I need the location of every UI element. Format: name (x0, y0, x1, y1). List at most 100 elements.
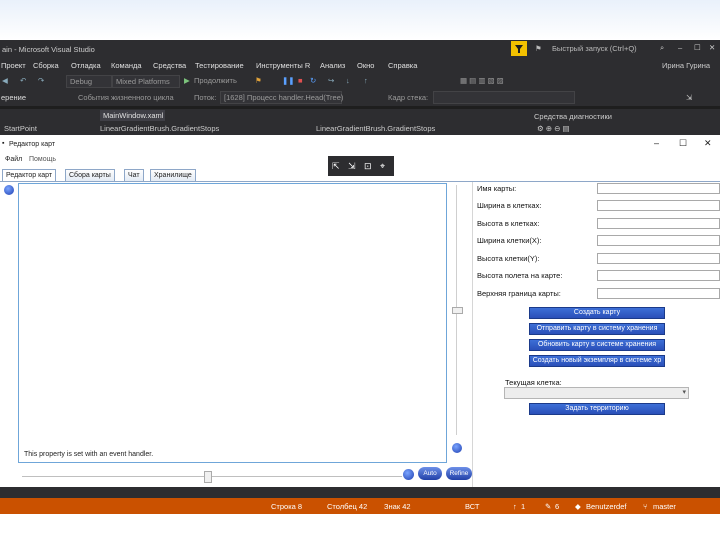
flag-icon[interactable]: ⚑ (255, 76, 262, 85)
frame-icon[interactable]: ⊡ (364, 161, 372, 172)
set-territory-button[interactable]: Задать территорию (529, 403, 665, 415)
menu-r-tools[interactable]: Инструменты R (256, 61, 310, 70)
map-name-label: Имя карты: (477, 184, 517, 193)
create-instance-button[interactable]: Создать новый экземпляр в системе хр (529, 355, 665, 367)
platform-select[interactable]: Mixed Platforms (112, 75, 180, 88)
status-mode: ВСТ (465, 502, 480, 511)
close-icon[interactable]: ✕ (709, 43, 715, 52)
status-up-count: 1 (521, 502, 526, 511)
app-close-icon[interactable]: ✕ (704, 138, 712, 149)
tab-underline (0, 181, 720, 182)
redo-icon[interactable]: ↷ (38, 76, 44, 85)
restart-icon[interactable]: ↻ (310, 76, 316, 85)
standard-toolbar: ◀ ↶ ↷ Debug Mixed Platforms ▶ Продолжить… (0, 73, 720, 89)
user-name[interactable]: Ирина Гурина (662, 61, 710, 70)
refine-button[interactable]: Refine (446, 467, 472, 480)
menu-help[interactable]: Справка (388, 61, 417, 70)
thread-select[interactable]: [1628] Процесс handler.Head(Tree) (220, 91, 343, 104)
menu-test[interactable]: Тестирование (195, 61, 244, 70)
element-breadcrumb-left[interactable]: StartPoint (4, 124, 37, 133)
cell-width-input[interactable] (597, 235, 720, 246)
filter-icon[interactable] (511, 41, 527, 56)
vertical-slider-thumb[interactable] (452, 307, 463, 314)
flight-height-input[interactable] (597, 270, 720, 281)
pin-icon[interactable]: ⇲ (686, 93, 692, 102)
branch-icon[interactable]: ⑂ (643, 502, 648, 511)
map-name-input[interactable] (597, 183, 720, 194)
menu-project[interactable]: Проект (1, 61, 26, 70)
select-element-icon[interactable]: ⇱ (332, 161, 340, 172)
app-menu-file[interactable]: Файл (5, 156, 22, 163)
search-icon[interactable]: ⌕ (660, 43, 664, 53)
stop-icon[interactable]: ■ (298, 76, 303, 85)
height-cells-input[interactable] (597, 218, 720, 229)
map-canvas[interactable] (18, 183, 447, 463)
chevron-down-icon: ▾ (682, 389, 686, 396)
horizontal-slider-thumb[interactable] (204, 471, 212, 483)
width-cells-input[interactable] (597, 200, 720, 211)
adorner-icon[interactable]: ⌖ (380, 161, 385, 172)
diagnostics-toolbar-icons[interactable]: ⚙ ⊕ ⊖ ▤ (537, 124, 570, 133)
status-edit-count: 6 (555, 502, 560, 511)
zoom-out-icon[interactable] (452, 443, 462, 453)
tab-map-assembly[interactable]: Сбора карты (65, 169, 115, 181)
menu-team[interactable]: Команда (111, 61, 142, 70)
step-into-icon[interactable]: ↓ (346, 76, 350, 85)
quick-launch-input[interactable]: Быстрый запуск (Ctrl+Q) (552, 44, 637, 53)
debug-location-toolbar: ерение События жизненного цикла Поток: [… (0, 89, 720, 106)
diagnostics-panel-title: Средства диагностики (534, 112, 612, 121)
upper-bound-input[interactable] (597, 288, 720, 299)
element-breadcrumb-right[interactable]: LinearGradientBrush.GradientStops (316, 124, 435, 133)
tab-chat[interactable]: Чат (124, 169, 144, 181)
config-select[interactable]: Debug (66, 75, 112, 88)
auto-button[interactable]: Auto (418, 467, 442, 480)
stack-frame-select[interactable] (433, 91, 575, 104)
pause-icon[interactable]: ❚❚ (282, 76, 295, 85)
toolbar-extra-icons[interactable]: ▦ ▤ ▥ ▧ ▨ (460, 76, 504, 85)
thread-label: Поток: (194, 93, 217, 102)
step-over-icon[interactable]: ↪ (328, 76, 334, 85)
app-menu-help[interactable]: Помощь (29, 156, 56, 163)
current-cell-label: Текущая клетка: (505, 378, 562, 387)
maximize-icon[interactable]: ☐ (694, 43, 701, 52)
background-decoration (0, 0, 720, 40)
pencil-icon[interactable]: ✎ (545, 502, 551, 511)
zoom-in-icon[interactable] (403, 469, 414, 480)
tab-storage[interactable]: Хранилище (150, 169, 196, 181)
menu-debug[interactable]: Отладка (71, 61, 101, 70)
notify-icon[interactable]: ⚑ (535, 44, 542, 53)
current-cell-select[interactable]: ▾ (504, 387, 689, 399)
cell-width-label: Ширина клетки(X): (477, 236, 542, 245)
status-branch[interactable]: master (653, 502, 676, 511)
app-maximize-icon[interactable]: ☐ (679, 138, 687, 149)
minimize-icon[interactable]: – (678, 43, 682, 52)
lifecycle-events-button[interactable]: События жизненного цикла (78, 93, 174, 102)
cell-height-label: Высота клетки(Y): (477, 254, 540, 263)
up-arrow-icon[interactable]: ↑ (513, 502, 517, 511)
menu-window[interactable]: Окно (357, 61, 374, 70)
menu-tools[interactable]: Средства (153, 61, 186, 70)
horizontal-slider-track[interactable] (22, 476, 402, 477)
app-minimize-icon[interactable]: – (654, 138, 659, 148)
status-repo[interactable]: Benutzerdef (586, 502, 626, 511)
tab-map-editor[interactable]: Редактор карт (2, 169, 57, 181)
menu-analyze[interactable]: Анализ (320, 61, 345, 70)
element-breadcrumb-middle[interactable]: LinearGradientBrush.GradientStops (100, 124, 219, 133)
back-icon[interactable]: ◀ (2, 76, 8, 85)
update-map-button[interactable]: Обновить карту в системе хранения (529, 339, 665, 351)
tab-mainwindow[interactable]: MainWindow.xaml (100, 110, 165, 121)
expand-icon[interactable] (4, 185, 14, 195)
cell-height-input[interactable] (597, 253, 720, 264)
menu-build[interactable]: Сборка (33, 61, 59, 70)
undo-icon[interactable]: ↶ (20, 76, 26, 85)
pointer-icon[interactable]: ⇲ (348, 161, 356, 172)
stack-frame-label: Кадр стека: (388, 93, 429, 102)
create-map-button[interactable]: Создать карту (529, 307, 665, 319)
repo-icon[interactable]: ◆ (575, 502, 581, 511)
send-map-button[interactable]: Отправить карту в систему хранения (529, 323, 665, 335)
play-icon[interactable]: ▶ (184, 76, 190, 85)
step-out-icon[interactable]: ↑ (364, 76, 368, 85)
upper-bound-label: Верхняя граница карты: (477, 289, 561, 298)
window-title: ain - Microsoft Visual Studio (2, 45, 95, 54)
continue-button[interactable]: Продолжить (194, 76, 237, 85)
